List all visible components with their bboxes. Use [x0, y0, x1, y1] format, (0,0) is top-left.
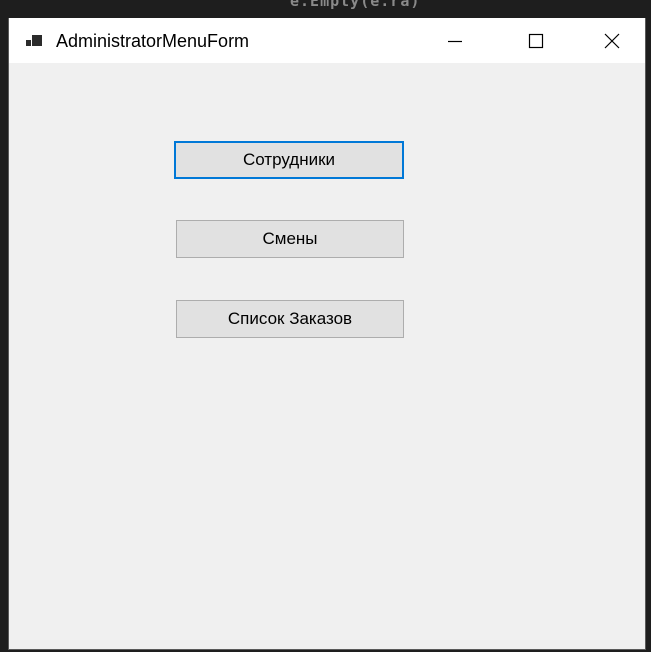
- title-bar[interactable]: AdministratorMenuForm: [9, 18, 645, 63]
- orders-list-button[interactable]: Список Заказов: [176, 300, 404, 338]
- window-title: AdministratorMenuForm: [56, 31, 250, 51]
- maximize-button[interactable]: [513, 18, 559, 63]
- minimize-button[interactable]: [432, 18, 478, 63]
- app-window-icon[interactable]: [26, 34, 42, 48]
- administrator-menu-window: AdministratorMenuForm Сотрудники Смены С…: [8, 18, 646, 650]
- background-code-text: e.Empty(e.ra): [290, 0, 421, 10]
- employees-button[interactable]: Сотрудники: [174, 141, 404, 179]
- close-button[interactable]: [589, 18, 635, 63]
- shifts-button[interactable]: Смены: [176, 220, 404, 258]
- minimize-icon: [448, 40, 462, 42]
- form-client-area: Сотрудники Смены Список Заказов: [9, 63, 645, 648]
- maximize-icon: [528, 33, 544, 48]
- close-icon: [604, 33, 620, 48]
